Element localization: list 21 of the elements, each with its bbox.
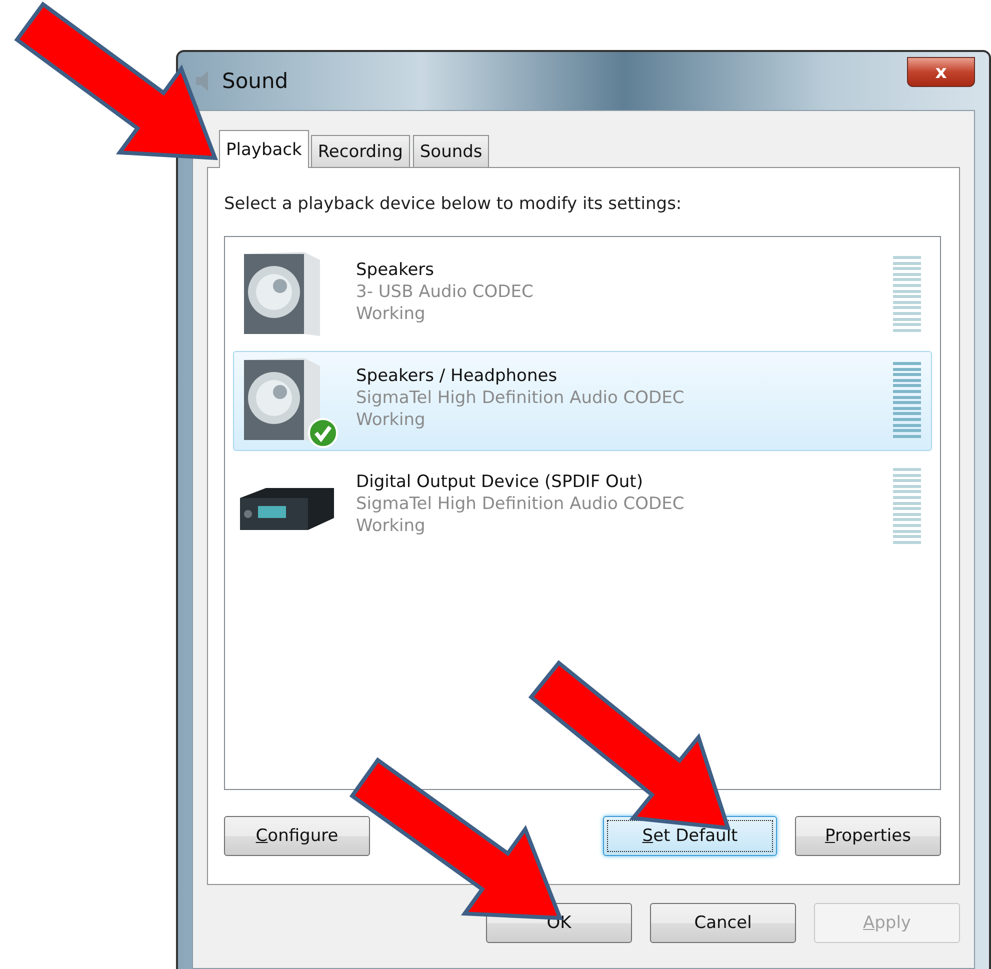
window-title: Sound	[222, 69, 288, 93]
tab[interactable]: Playback	[219, 130, 309, 168]
device-item[interactable]: Digital Output Device (SPDIF Out) SigmaTel High Definition Audio CODEC Working	[233, 457, 932, 557]
device-status: Working	[356, 304, 426, 324]
device-driver: SigmaTel High Definition Audio CODEC	[356, 388, 686, 408]
tab[interactable]: Sounds	[412, 135, 490, 168]
device-status: Working	[356, 410, 426, 430]
close-button[interactable]: x	[907, 57, 975, 87]
device-item[interactable]: Speakers 3- USB Audio CODEC Working	[233, 245, 932, 345]
dialog-button[interactable]: Cancel	[650, 903, 796, 943]
device-status: Working	[356, 516, 426, 536]
device-name: Speakers / Headphones	[356, 366, 558, 386]
action-button[interactable]: Properties	[795, 816, 941, 856]
device-driver: SigmaTel High Definition Audio CODEC	[356, 494, 686, 514]
tab[interactable]: Recording	[310, 135, 410, 168]
device-name: Digital Output Device (SPDIF Out)	[356, 472, 644, 492]
device-name: Speakers	[356, 260, 436, 280]
device-driver: 3- USB Audio CODEC	[356, 282, 534, 302]
action-button[interactable]: Configure	[224, 816, 370, 856]
instruction-text: Select a playback device below to modify its settings:	[224, 194, 683, 214]
device-item[interactable]: Speakers / Headphones SigmaTel High Definition Audio CODEC Working	[233, 351, 932, 451]
